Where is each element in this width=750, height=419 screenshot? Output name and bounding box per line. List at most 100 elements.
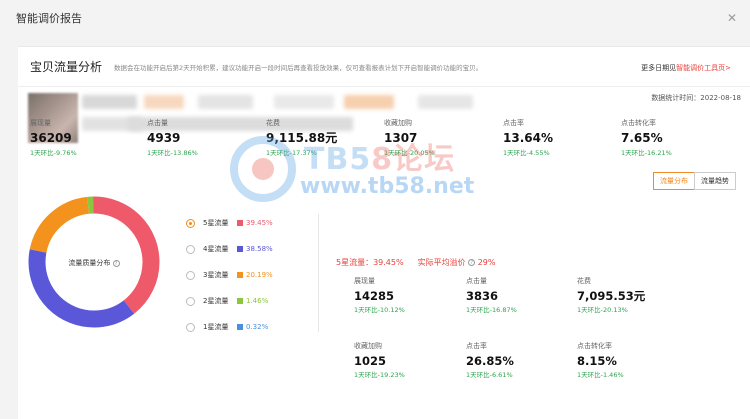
metric-value: 7,095.53元 xyxy=(577,289,646,303)
traffic-quality-donut: 流量质量分布 ? xyxy=(14,196,174,332)
panel-header: 宝贝流量分析 数据会在功能开启后第2天开始积累，建议功能开启一段时间后再查看投放… xyxy=(18,47,750,87)
detail-metric-ctr: 点击率 26.85% 1天环比-6.61% xyxy=(466,341,576,379)
metric-label: 展现量 xyxy=(30,119,51,127)
metric-label: 收藏加购 xyxy=(354,342,382,350)
legend-percent: 20.19% xyxy=(246,271,273,279)
metric-value: 4939 xyxy=(147,131,181,145)
detail-metric-clicks: 点击量 3836 1天环比-16.87% xyxy=(466,276,576,314)
metric-fav-cart: 收藏加购 1307 1天环比-20.05% xyxy=(384,118,499,157)
panel-title: 宝贝流量分析 xyxy=(30,60,103,74)
metric-change: 1天环比-4.55% xyxy=(503,149,550,157)
traffic-trend-button[interactable]: 流量趋势 xyxy=(694,172,736,190)
metric-label: 花费 xyxy=(266,119,280,127)
legend-percent: 39.45% xyxy=(246,219,273,227)
metric-label: 点击率 xyxy=(466,342,487,350)
metric-change: 1天环比-20.05% xyxy=(384,149,435,157)
divider xyxy=(318,214,319,332)
metric-label: 展现量 xyxy=(354,277,375,285)
metric-cost: 花费 9,115.88元 1天环比-17.37% xyxy=(266,118,381,157)
traffic-distribution-button[interactable]: 流量分布 xyxy=(653,172,695,190)
detail-metric-impressions: 展现量 14285 1天环比-10.12% xyxy=(354,276,464,314)
detail-metric-fav-cart: 收藏加购 1025 1天环比-19.23% xyxy=(354,341,464,379)
legend-swatch xyxy=(237,298,243,304)
metric-value: 26.85% xyxy=(466,354,514,368)
donut-legend: 5星流量 39.45% 4星流量 38.58% 3星流量 20.19% 2星流量 1.46% 1… xyxy=(186,210,301,340)
donut-center-text: 流量质量分布 xyxy=(68,259,111,267)
legend-radio[interactable] xyxy=(186,296,195,306)
metric-label: 花费 xyxy=(577,277,591,285)
metric-value: 1025 xyxy=(354,354,387,368)
metric-cvr: 点击转化率 7.65% 1天环比-16.21% xyxy=(621,118,736,157)
metric-change: 1天环比-6.61% xyxy=(466,371,513,379)
view-toggle: 流量分布 流量趋势 xyxy=(653,172,736,190)
metric-value: 36209 xyxy=(30,131,72,145)
blurred-product-title xyxy=(198,95,253,109)
legend-label: 5星流量 xyxy=(203,219,229,227)
legend-percent: 0.32% xyxy=(246,323,269,331)
selected-star-summary: 5星流量：39.45% 实际平均溢价 ? 29% xyxy=(336,257,495,268)
blurred-product-tag xyxy=(344,95,394,109)
metric-label: 点击转化率 xyxy=(577,342,612,350)
metric-value: 7.65% xyxy=(621,131,663,145)
metric-label: 点击量 xyxy=(466,277,487,285)
legend-swatch xyxy=(237,324,243,330)
metric-change: 1天环比-20.13% xyxy=(577,306,628,314)
metric-change: 1天环比-1.46% xyxy=(577,371,624,379)
stat-time: 数据统计时间：2022-08-18 xyxy=(651,94,741,102)
legend-swatch xyxy=(237,272,243,278)
legend-item[interactable]: 2星流量 1.46% xyxy=(186,288,301,314)
legend-percent: 38.58% xyxy=(246,245,273,253)
metric-change: 1天环比-9.76% xyxy=(30,149,77,157)
legend-swatch xyxy=(237,246,243,252)
legend-item[interactable]: 1星流量 0.32% xyxy=(186,314,301,340)
metric-value: 8.15% xyxy=(577,354,617,368)
legend-label: 1星流量 xyxy=(203,323,229,331)
legend-item[interactable]: 3星流量 20.19% xyxy=(186,262,301,288)
smart-pricing-report-modal: 智能调价报告 ✕ 宝贝流量分析 数据会在功能开启后第2天开始积累，建议功能开启一… xyxy=(0,0,750,419)
metric-change: 1天环比-16.21% xyxy=(621,149,672,157)
blurred-product-title xyxy=(82,95,137,109)
legend-label: 3星流量 xyxy=(203,271,229,279)
overall-metrics: 展现量 36209 1天环比-9.76% 点击量 4939 1天环比-13.86… xyxy=(10,118,720,162)
blurred-product-title xyxy=(418,95,473,109)
modal-header: 智能调价报告 ✕ xyxy=(0,0,750,36)
help-icon[interactable]: ? xyxy=(468,259,476,266)
avg-premium-value: 29% xyxy=(477,258,496,267)
legend-percent: 1.46% xyxy=(246,297,269,305)
metric-value: 9,115.88元 xyxy=(266,131,338,145)
legend-label: 2星流量 xyxy=(203,297,229,305)
legend-item[interactable]: 5星流量 39.45% xyxy=(186,210,301,236)
metric-label: 点击率 xyxy=(503,119,524,127)
legend-radio[interactable] xyxy=(186,270,195,280)
legend-radio[interactable] xyxy=(186,218,195,228)
blurred-product-title xyxy=(274,95,334,109)
more-dates-link[interactable]: 更多日期见智能调价工具页> xyxy=(641,63,731,73)
blurred-product-tag xyxy=(144,95,184,109)
metric-change: 1天环比-17.37% xyxy=(266,149,317,157)
legend-item[interactable]: 4星流量 38.58% xyxy=(186,236,301,262)
metric-ctr: 点击率 13.64% 1天环比-4.55% xyxy=(503,118,618,157)
metric-label: 点击量 xyxy=(147,119,168,127)
metric-change: 1天环比-10.12% xyxy=(354,306,405,314)
metric-label: 收藏加购 xyxy=(384,119,412,127)
detail-metric-cvr: 点击转化率 8.15% 1天环比-1.46% xyxy=(577,341,687,379)
detail-metric-cost: 花费 7,095.53元 1天环比-20.13% xyxy=(577,276,687,314)
donut-center-label: 流量质量分布 ? xyxy=(14,258,174,268)
close-icon[interactable]: ✕ xyxy=(726,12,738,24)
legend-label: 4星流量 xyxy=(203,245,229,253)
legend-radio[interactable] xyxy=(186,244,195,254)
metric-label: 点击转化率 xyxy=(621,119,656,127)
more-dates-prefix: 更多日期见 xyxy=(641,64,677,72)
legend-radio[interactable] xyxy=(186,322,195,332)
panel-description: 数据会在功能开启后第2天开始积累，建议功能开启一段时间后再查看投放效果，仅可查看… xyxy=(114,63,483,72)
help-icon[interactable]: ? xyxy=(112,259,120,267)
legend-swatch xyxy=(237,220,243,226)
metric-change: 1天环比-16.87% xyxy=(466,306,517,314)
metric-value: 1307 xyxy=(384,131,418,145)
modal-title: 智能调价报告 xyxy=(16,12,82,25)
metric-change: 1天环比-13.86% xyxy=(147,149,198,157)
pricing-tool-link[interactable]: 智能调价工具页> xyxy=(676,64,731,72)
metric-value: 13.64% xyxy=(503,131,553,145)
metric-change: 1天环比-19.23% xyxy=(354,371,405,379)
star-share-label: 5星流量：39.45% xyxy=(336,258,404,267)
